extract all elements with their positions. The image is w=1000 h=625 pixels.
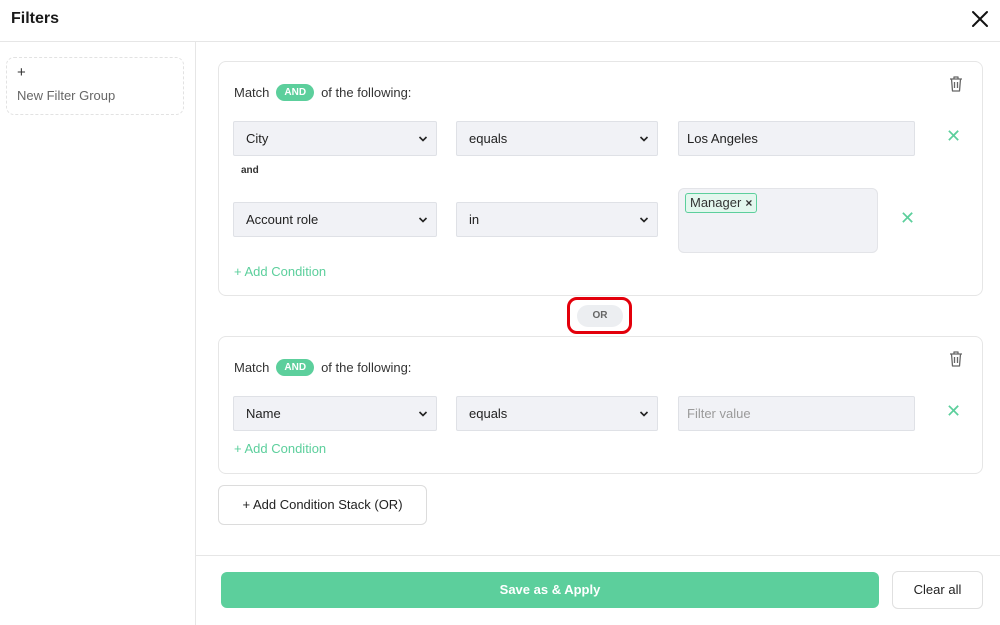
remove-condition-icon[interactable]: ✕ xyxy=(900,208,915,229)
highlight-ring xyxy=(567,297,632,334)
match-suffix: of the following: xyxy=(321,360,412,375)
add-condition-link[interactable]: + Add Condition xyxy=(234,264,326,279)
filter-value-input[interactable]: Los Angeles xyxy=(678,121,915,156)
condition-operator-select[interactable]: in xyxy=(456,202,658,237)
multi-value-input[interactable]: Manager × xyxy=(678,188,878,253)
filter-group-2: Match AND of the following: Name equals … xyxy=(218,336,983,474)
remove-condition-icon[interactable]: ✕ xyxy=(946,401,961,422)
chevron-down-icon xyxy=(418,136,428,142)
operator-select-value: equals xyxy=(469,131,508,146)
condition-field-select[interactable]: Name xyxy=(233,396,437,431)
sidebar: + New Filter Group xyxy=(0,42,196,625)
save-apply-button[interactable]: Save as & Apply xyxy=(221,572,879,608)
dialog-title: Filters xyxy=(11,10,60,27)
chevron-down-icon xyxy=(418,411,428,417)
filter-group-1: Match AND of the following: City equals … xyxy=(218,61,983,296)
close-icon[interactable] xyxy=(968,7,992,31)
operator-select-value: in xyxy=(469,212,480,227)
match-suffix: of the following: xyxy=(321,85,412,100)
chip-label: Manager xyxy=(690,195,742,210)
field-select-value: Name xyxy=(246,406,281,421)
and-joiner-label: and xyxy=(233,163,267,178)
dialog-header: Filters xyxy=(0,0,1000,42)
field-select-value: Account role xyxy=(246,212,319,227)
trash-icon[interactable] xyxy=(948,350,964,368)
chevron-down-icon xyxy=(639,411,649,417)
plus-icon: + xyxy=(17,64,26,81)
trash-icon[interactable] xyxy=(948,75,964,93)
chevron-down-icon xyxy=(639,217,649,223)
match-line: Match AND of the following: xyxy=(234,359,411,376)
new-filter-group-label: New Filter Group xyxy=(17,88,116,103)
match-prefix: Match xyxy=(234,85,270,100)
filter-value-input[interactable]: Filter value xyxy=(678,396,915,431)
operator-select-value: equals xyxy=(469,406,508,421)
remove-condition-icon[interactable]: ✕ xyxy=(946,126,961,147)
field-select-value: City xyxy=(246,131,269,146)
chevron-down-icon xyxy=(418,217,428,223)
match-line: Match AND of the following: xyxy=(234,84,411,101)
condition-field-select[interactable]: City xyxy=(233,121,437,156)
chevron-down-icon xyxy=(639,136,649,142)
match-prefix: Match xyxy=(234,360,270,375)
condition-operator-select[interactable]: equals xyxy=(456,121,658,156)
add-condition-link[interactable]: + Add Condition xyxy=(234,441,326,456)
remove-chip-icon[interactable]: × xyxy=(745,194,752,212)
clear-all-button[interactable]: Clear all xyxy=(892,571,983,609)
and-operator-badge[interactable]: AND xyxy=(276,84,315,101)
and-operator-badge[interactable]: AND xyxy=(276,359,315,376)
new-filter-group-button[interactable]: + New Filter Group xyxy=(6,57,184,115)
footer-divider xyxy=(196,555,1000,556)
condition-operator-select[interactable]: equals xyxy=(456,396,658,431)
condition-field-select[interactable]: Account role xyxy=(233,202,437,237)
value-chip: Manager × xyxy=(685,193,758,213)
add-condition-stack-button[interactable]: + Add Condition Stack (OR) xyxy=(218,485,427,525)
